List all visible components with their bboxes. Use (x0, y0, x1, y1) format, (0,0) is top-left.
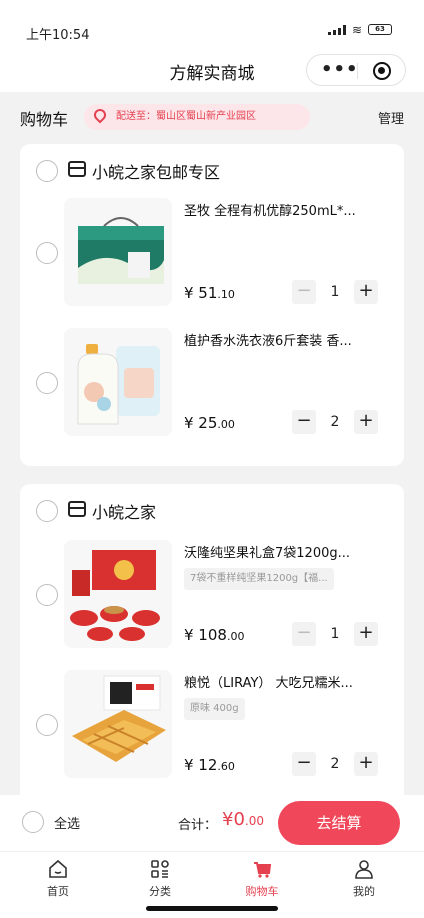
product-image-nut-giftbox[interactable] (64, 540, 172, 648)
checkout-button[interactable]: 去结算 (278, 801, 400, 845)
cart-item: 植护香水洗衣液6斤套装 香... ¥ 25.00 − 2 + (20, 322, 404, 440)
select-all-label[interactable]: 全选 (54, 813, 80, 832)
battery-icon: 63 (368, 24, 392, 35)
increase-button[interactable]: + (354, 752, 378, 776)
item-price: ¥ 108.00 (184, 626, 245, 644)
cart-header: 购物车 配送至：蜀山区蜀山新产业园区 管理 (0, 92, 424, 142)
item-select-radio[interactable] (36, 714, 58, 736)
tab-label: 购物车 (245, 885, 279, 898)
category-icon (151, 860, 169, 878)
location-pin-icon (91, 106, 109, 124)
select-all-radio[interactable] (22, 811, 44, 833)
cart-item: 圣牧 全程有机优醇250mL*... ¥ 51.10 − 1 + (20, 192, 404, 310)
close-miniprogram-icon[interactable] (373, 62, 391, 80)
cart-title: 购物车 (20, 110, 69, 129)
item-select-radio[interactable] (36, 372, 58, 394)
shop-card: 小皖之家 沃隆纯坚果礼盒7袋1200g... 7袋不重样纯坚果1200g【福..… (20, 484, 404, 814)
store-icon (68, 161, 86, 177)
item-price: ¥ 25.00 (184, 414, 235, 432)
status-time: 上午10:54 (26, 28, 90, 43)
manage-button[interactable]: 管理 (378, 108, 404, 127)
quantity-stepper: − 1 + (292, 622, 378, 646)
shop-select-radio[interactable] (36, 500, 58, 522)
tab-label: 首页 (47, 885, 69, 898)
item-select-radio[interactable] (36, 584, 58, 606)
signal-icon (327, 24, 346, 35)
quantity-stepper: − 2 + (292, 410, 378, 434)
more-icon[interactable]: ••• (321, 61, 359, 79)
increase-button[interactable]: + (354, 410, 378, 434)
decrease-button[interactable]: − (292, 752, 316, 776)
item-price: ¥ 51.10 (184, 284, 235, 302)
item-title[interactable]: 沃隆纯坚果礼盒7袋1200g... (184, 542, 386, 561)
quantity-stepper: − 1 + (292, 280, 378, 304)
shop-name[interactable]: 小皖之家 (92, 499, 156, 523)
miniprogram-capsule: ••• (306, 54, 406, 86)
cart-item: 粮悦（LIRAY） 大吃兄糯米... 原味 400g ¥ 12.60 − 2 + (20, 664, 404, 782)
shop-header: 小皖之家包邮专区 (20, 144, 404, 198)
tab-profile[interactable]: 我的 (334, 858, 394, 899)
home-icon (49, 859, 67, 878)
nav-bar: 方解实商城 ••• (0, 48, 424, 92)
tab-category[interactable]: 分类 (130, 858, 190, 899)
decrease-button[interactable]: − (292, 280, 316, 304)
cart-item: 沃隆纯坚果礼盒7袋1200g... 7袋不重样纯坚果1200g【福... ¥ 1… (20, 534, 404, 652)
quantity-stepper: − 2 + (292, 752, 378, 776)
quantity-value[interactable]: 2 (316, 414, 354, 430)
checkout-bar: 全选 合计： ¥0.00 去结算 (0, 795, 424, 851)
item-select-radio[interactable] (36, 242, 58, 264)
quantity-value[interactable]: 2 (316, 756, 354, 772)
total-amount: ¥0.00 (222, 809, 264, 830)
status-icons: ≋ 63 (327, 22, 392, 37)
tab-cart[interactable]: 购物车 (232, 858, 292, 899)
capsule-divider (357, 63, 358, 79)
cart-icon (254, 862, 272, 878)
product-image-milk[interactable] (64, 198, 172, 306)
tab-home[interactable]: 首页 (28, 858, 88, 899)
tab-label: 我的 (353, 885, 375, 898)
product-image-detergent[interactable] (64, 328, 172, 436)
product-image-rice-crisps[interactable] (64, 670, 172, 778)
item-spec-selector[interactable]: 原味 400g (184, 698, 245, 720)
shop-card: 小皖之家包邮专区 圣牧 全程有机优醇250mL*... ¥ 51.10 − 1 … (20, 144, 404, 466)
delivery-address-pill[interactable]: 配送至：蜀山区蜀山新产业园区 (84, 104, 310, 130)
quantity-value[interactable]: 1 (316, 626, 354, 642)
store-icon (68, 501, 86, 517)
decrease-button[interactable]: − (292, 410, 316, 434)
profile-icon (355, 860, 373, 879)
item-title[interactable]: 圣牧 全程有机优醇250mL*... (184, 200, 386, 219)
increase-button[interactable]: + (354, 622, 378, 646)
wifi-icon: ≋ (351, 22, 362, 37)
shop-select-radio[interactable] (36, 160, 58, 182)
item-spec-selector[interactable]: 7袋不重样纯坚果1200g【福... (184, 568, 334, 590)
shop-name[interactable]: 小皖之家包邮专区 (92, 159, 220, 183)
tab-label: 分类 (149, 885, 171, 898)
quantity-value[interactable]: 1 (316, 284, 354, 300)
item-title[interactable]: 植护香水洗衣液6斤套装 香... (184, 330, 386, 349)
item-price: ¥ 12.60 (184, 756, 235, 774)
delivery-address-text: 配送至：蜀山区蜀山新产业园区 (116, 111, 256, 122)
status-bar: 上午10:54 ≋ 63 (0, 0, 424, 48)
item-title[interactable]: 粮悦（LIRAY） 大吃兄糯米... (184, 672, 386, 691)
home-indicator[interactable] (146, 906, 278, 911)
shop-header: 小皖之家 (20, 484, 404, 538)
total-label: 合计： (178, 818, 218, 833)
decrease-button[interactable]: − (292, 622, 316, 646)
increase-button[interactable]: + (354, 280, 378, 304)
